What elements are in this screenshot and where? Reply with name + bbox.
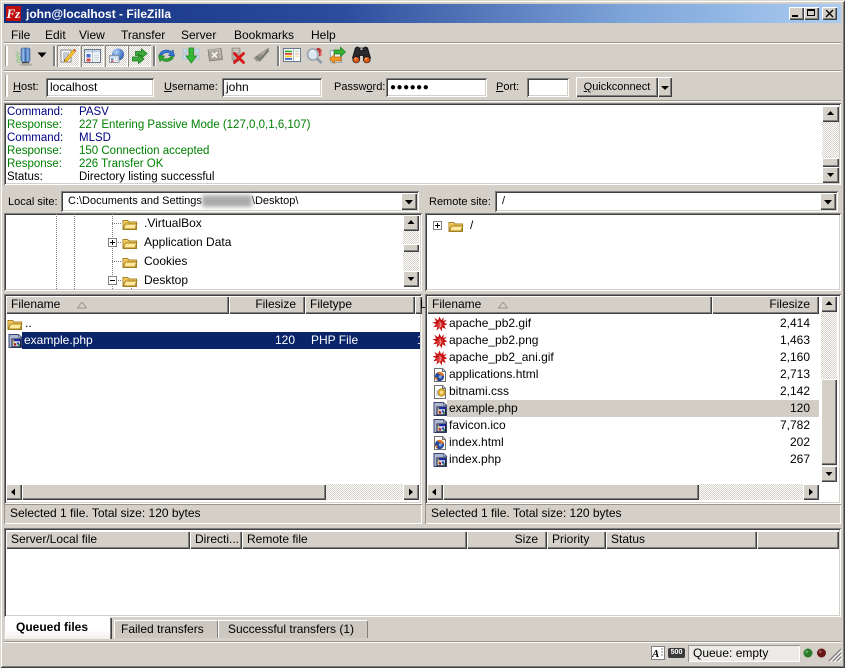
svg-text:A: A: [652, 648, 659, 659]
svg-text:Fz: Fz: [6, 6, 21, 21]
